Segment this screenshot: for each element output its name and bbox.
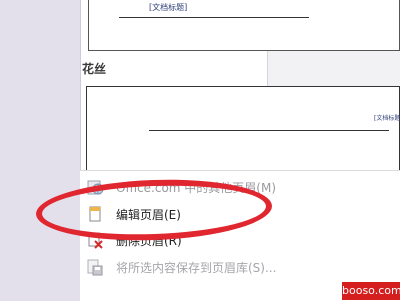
menu-item-save-to-gallery[interactable]: 将所选内容保存到页眉库(S)... xyxy=(80,255,400,279)
header-thumbnail-huasi[interactable]: [文档标题] xyxy=(86,86,400,171)
section-label-huasi: 花丝 xyxy=(82,62,107,76)
header-thumbnail-top[interactable]: [文档标题] xyxy=(88,0,400,51)
thumbnail-title-tag: [文档标题] xyxy=(374,115,400,122)
left-background xyxy=(0,0,80,300)
thumbnail-rule xyxy=(149,130,389,131)
save-to-gallery-icon xyxy=(87,259,103,276)
thumbnail-rule xyxy=(119,17,309,18)
thumbnail-title-tag: [文档标题] xyxy=(149,3,188,12)
watermark-badge: booso.com xyxy=(342,282,400,300)
menu-item-label: 将所选内容保存到页眉库(S)... xyxy=(116,261,277,275)
